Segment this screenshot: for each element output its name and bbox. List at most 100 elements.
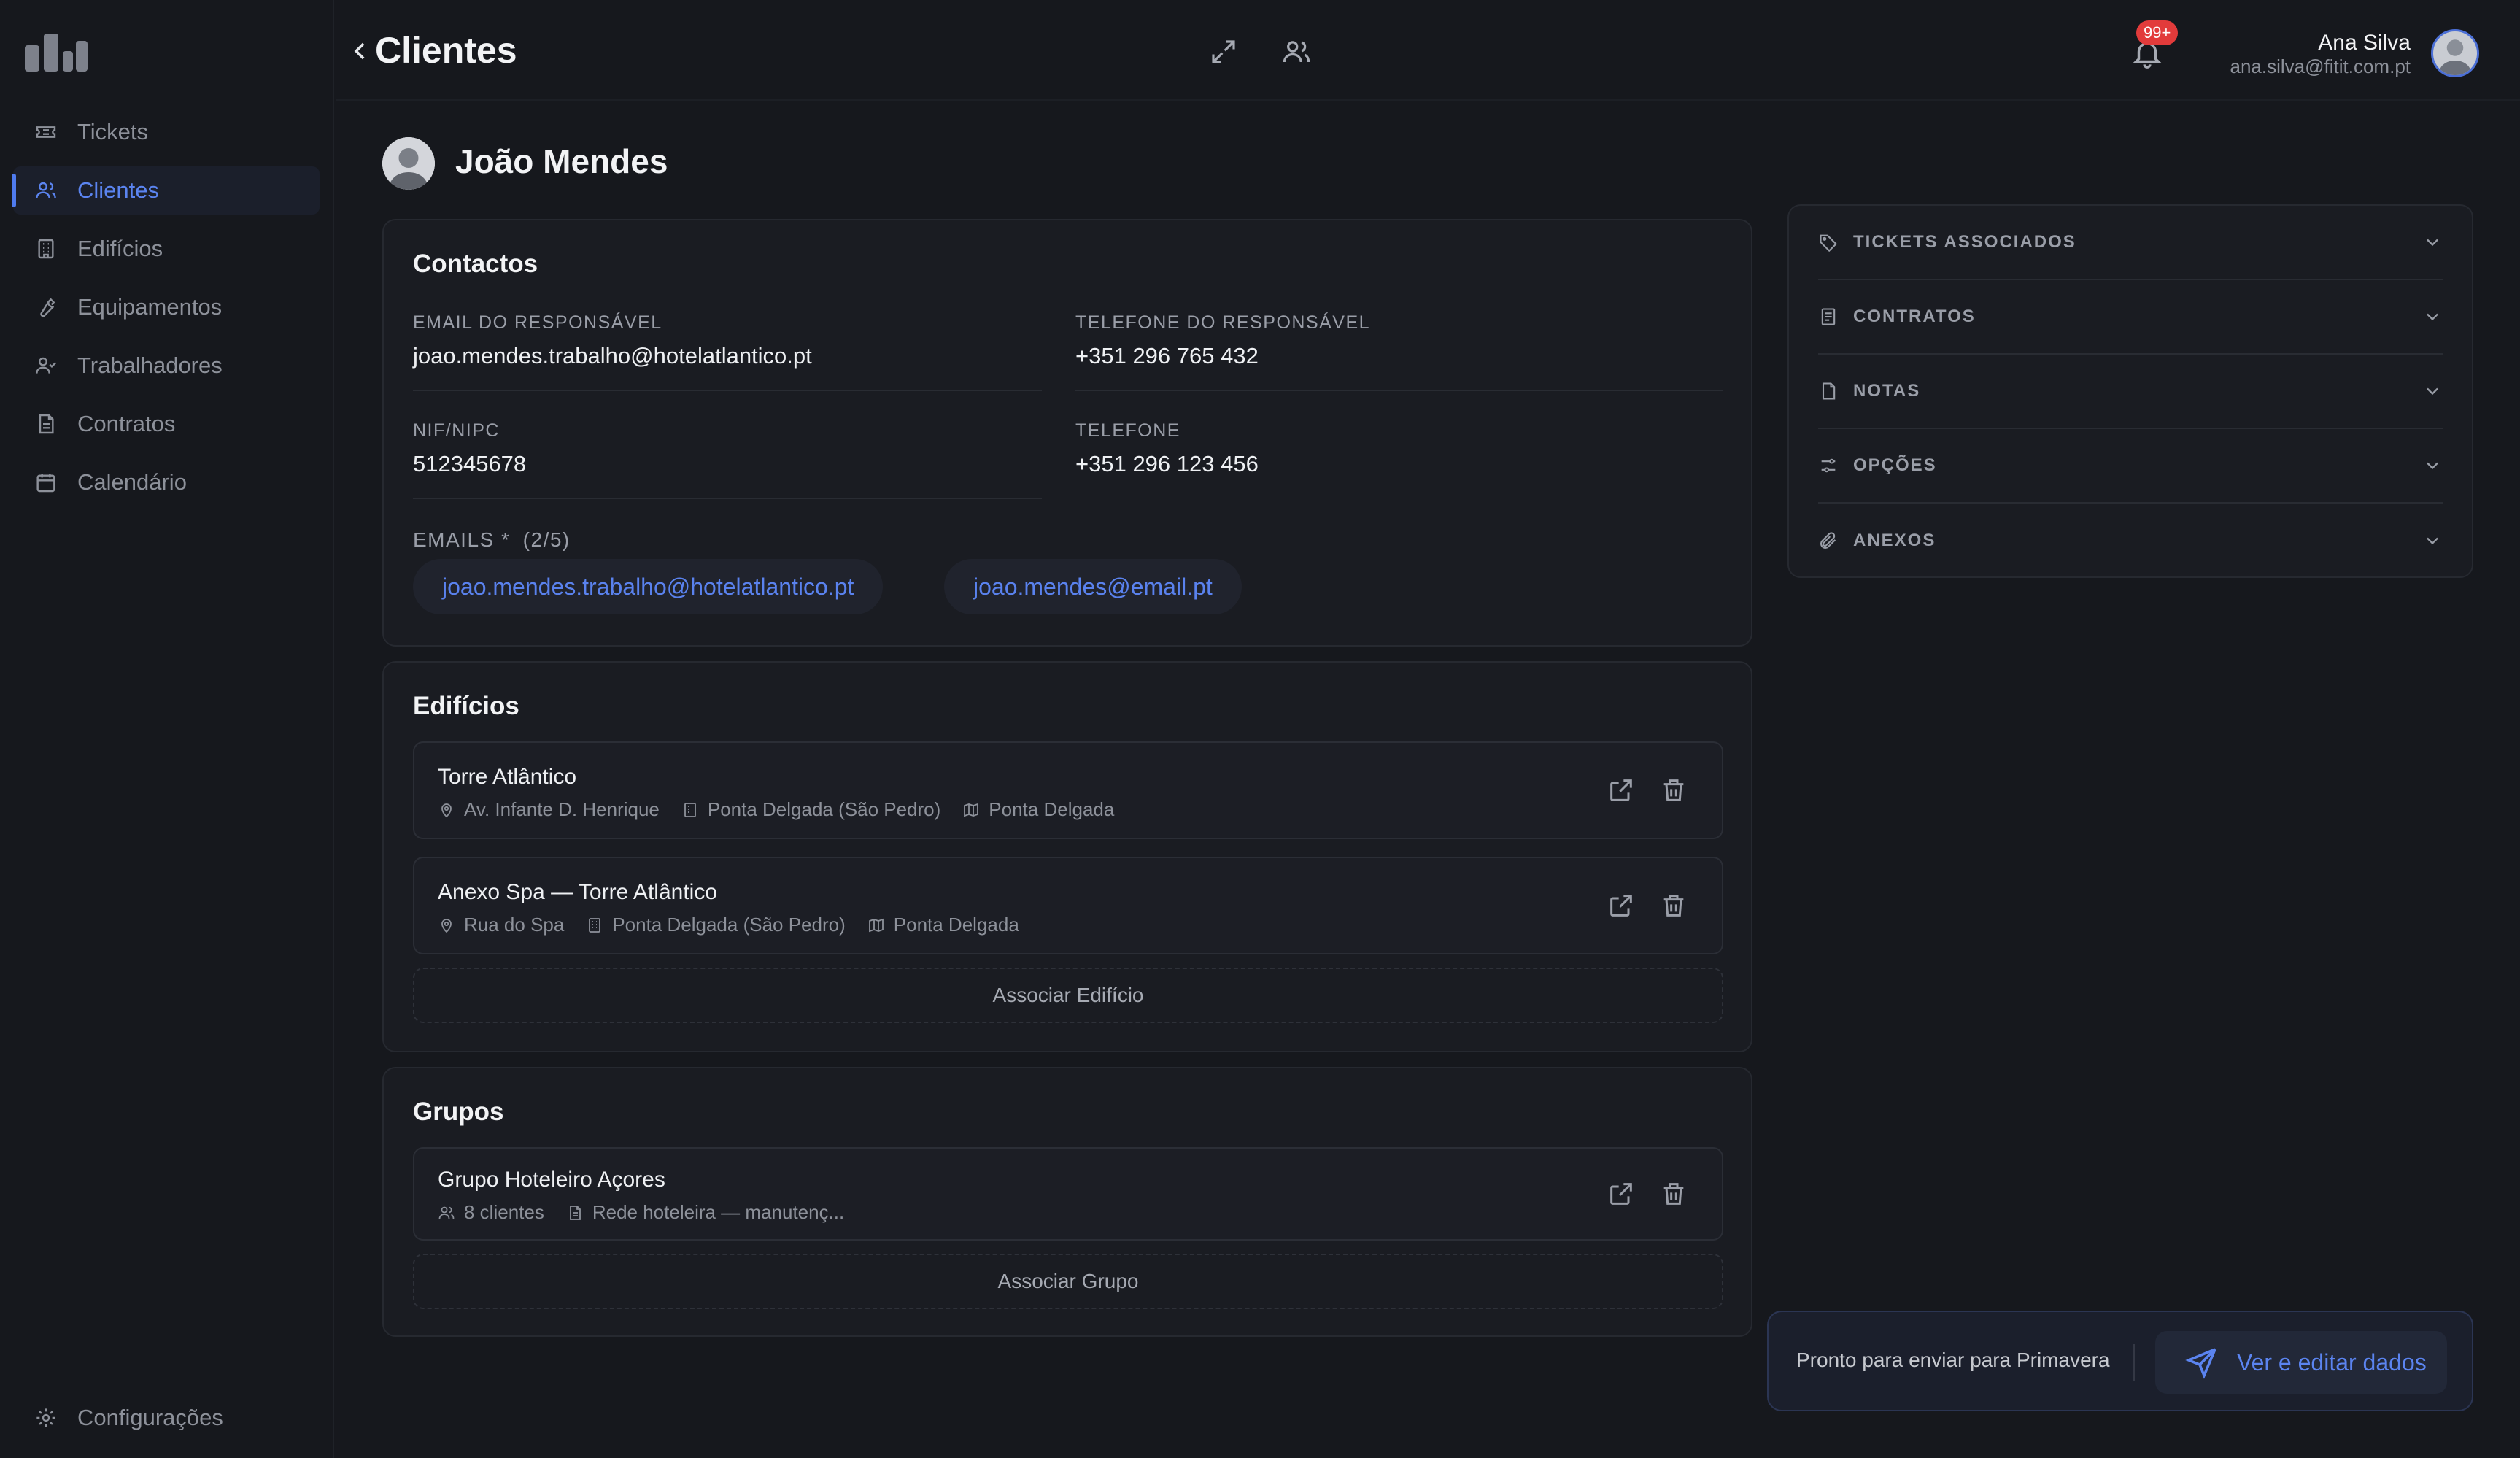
building-city: Ponta Delgada bbox=[989, 798, 1115, 820]
sidebar-item-label: Clientes bbox=[77, 177, 159, 203]
document-icon bbox=[34, 412, 58, 436]
sidebar-item-label: Calendário bbox=[77, 469, 187, 495]
user-email: ana.silva@fitit.com.pt bbox=[2230, 55, 2411, 77]
top-header: Clientes 99+ Ana Silva ana.silva@fitit.c… bbox=[336, 0, 2520, 101]
user-check-icon bbox=[34, 353, 58, 378]
field-label: TELEFONE bbox=[1075, 420, 1180, 441]
field-divider bbox=[413, 498, 1042, 499]
edificios-card: Edifícios Torre Atlântico Av. Infante D.… bbox=[382, 661, 1752, 1052]
tag-icon bbox=[1818, 231, 1840, 253]
contract-icon bbox=[1818, 306, 1840, 328]
field-divider bbox=[413, 390, 1042, 391]
field-label: NIF/NIPC bbox=[413, 420, 500, 441]
map-icon bbox=[867, 916, 886, 935]
email-responsavel-value[interactable]: joao.mendes.trabalho@hotelatlantico.pt bbox=[413, 343, 812, 369]
app-logo[interactable] bbox=[25, 34, 88, 72]
expand-icon[interactable] bbox=[1208, 36, 1239, 67]
chevron-down-icon bbox=[2422, 531, 2443, 551]
accordion-contratos[interactable]: CONTRATOS bbox=[1818, 280, 2443, 355]
accordion-label: CONTRATOS bbox=[1853, 306, 1976, 326]
wrench-icon bbox=[34, 295, 58, 320]
sidebar-item-label: Configurações bbox=[77, 1405, 223, 1430]
sidebar-item-edificios[interactable]: Edifícios bbox=[13, 225, 320, 273]
chevron-down-icon bbox=[2422, 232, 2443, 252]
trash-icon[interactable] bbox=[1659, 776, 1688, 805]
sliders-icon bbox=[1818, 455, 1840, 477]
trash-icon[interactable] bbox=[1659, 891, 1688, 920]
group-meta: 8 clientes Rede hoteleira — manutenç... bbox=[438, 1201, 866, 1224]
accordion-label: TICKETS ASSOCIADOS bbox=[1853, 232, 2076, 252]
sidebar-item-equipamentos[interactable]: Equipamentos bbox=[13, 283, 320, 331]
trash-icon[interactable] bbox=[1659, 1179, 1688, 1208]
user-name: Ana Silva bbox=[2318, 31, 2411, 55]
sidebar-item-label: Edifícios bbox=[77, 236, 163, 261]
accordion-tickets-associados[interactable]: TICKETS ASSOCIADOS bbox=[1818, 206, 2443, 280]
telefone-value[interactable]: +351 296 123 456 bbox=[1075, 451, 1259, 477]
building-parish: Ponta Delgada (São Pedro) bbox=[707, 798, 941, 820]
email-chip[interactable]: joao.mendes.trabalho@hotelatlantico.pt bbox=[413, 559, 884, 614]
building-icon bbox=[34, 236, 58, 261]
sidebar-item-trabalhadores[interactable]: Trabalhadores bbox=[13, 342, 320, 390]
associate-building-button[interactable]: Associar Edifício bbox=[413, 968, 1723, 1023]
accordion-label: ANEXOS bbox=[1853, 531, 1936, 550]
notification-badge: 99+ bbox=[2136, 20, 2179, 45]
sidebar-item-label: Contratos bbox=[77, 411, 176, 436]
page-title: Clientes bbox=[375, 30, 517, 71]
sidebar-item-label: Trabalhadores bbox=[77, 352, 223, 378]
sidebar-item-calendario[interactable]: Calendário bbox=[13, 458, 320, 506]
map-pin-icon bbox=[438, 801, 457, 819]
map-pin-icon bbox=[438, 916, 457, 935]
sync-status-text: Pronto para enviar para Primavera bbox=[1796, 1349, 2110, 1371]
building-meta: Rua do Spa Ponta Delgada (São Pedro) Pon… bbox=[438, 914, 1041, 936]
nif-value[interactable]: 512345678 bbox=[413, 451, 526, 477]
building-icon bbox=[586, 916, 605, 935]
sidebar: Tickets Clientes Edifícios Equipamentos … bbox=[0, 0, 334, 1458]
chevron-down-icon bbox=[2422, 306, 2443, 327]
view-edit-data-button[interactable]: Ver e editar dados bbox=[2155, 1331, 2447, 1394]
building-city: Ponta Delgada bbox=[893, 914, 1019, 936]
contactos-card: Contactos EMAIL DO RESPONSÁVEL joao.mend… bbox=[382, 219, 1752, 647]
users-toggle-icon[interactable] bbox=[1281, 36, 1312, 67]
group-row[interactable]: Grupo Hoteleiro Açores 8 clientes Rede h… bbox=[413, 1147, 1723, 1241]
sidebar-bottom: Configurações bbox=[13, 1394, 320, 1452]
building-address: Rua do Spa bbox=[464, 914, 565, 936]
telefone-responsavel-value[interactable]: +351 296 765 432 bbox=[1075, 343, 1259, 369]
building-name: Anexo Spa — Torre Atlântico bbox=[438, 880, 717, 904]
sidebar-item-tickets[interactable]: Tickets bbox=[13, 108, 320, 156]
calendar-icon bbox=[34, 470, 58, 495]
building-icon bbox=[681, 801, 700, 819]
building-name: Torre Atlântico bbox=[438, 765, 577, 789]
section-title: Contactos bbox=[413, 250, 538, 278]
send-icon bbox=[2184, 1345, 2219, 1380]
sidebar-item-configuracoes[interactable]: Configurações bbox=[13, 1394, 320, 1442]
emails-count: (2/5) bbox=[522, 528, 571, 551]
sidebar-item-clientes[interactable]: Clientes bbox=[12, 166, 320, 215]
sync-action-bar: Pronto para enviar para Primavera Ver e … bbox=[1767, 1311, 2473, 1411]
group-clients-count: 8 clientes bbox=[464, 1201, 544, 1223]
accordion-notas[interactable]: NOTAS bbox=[1818, 355, 2443, 429]
accordion-anexos[interactable]: ANEXOS bbox=[1818, 504, 2443, 578]
group-description: Rede hoteleira — manutenç... bbox=[592, 1201, 845, 1223]
gear-icon bbox=[34, 1405, 58, 1430]
accordion-label: OPÇÕES bbox=[1853, 455, 1937, 475]
users-icon bbox=[34, 178, 58, 203]
chevron-down-icon bbox=[2422, 455, 2443, 476]
chevron-down-icon bbox=[2422, 381, 2443, 401]
sidebar-item-contratos[interactable]: Contratos bbox=[13, 400, 320, 448]
client-name: João Mendes bbox=[455, 142, 668, 180]
map-icon bbox=[962, 801, 981, 819]
external-link-icon[interactable] bbox=[1607, 891, 1636, 920]
external-link-icon[interactable] bbox=[1607, 776, 1636, 805]
accordion-label: NOTAS bbox=[1853, 381, 1921, 401]
associate-group-button[interactable]: Associar Grupo bbox=[413, 1254, 1723, 1309]
paperclip-icon bbox=[1818, 530, 1840, 552]
building-row[interactable]: Anexo Spa — Torre Atlântico Rua do Spa P… bbox=[413, 857, 1723, 954]
building-meta: Av. Infante D. Henrique Ponta Delgada (S… bbox=[438, 798, 1136, 821]
external-link-icon[interactable] bbox=[1607, 1179, 1636, 1208]
user-avatar[interactable] bbox=[2431, 29, 2479, 77]
group-name: Grupo Hoteleiro Açores bbox=[438, 1168, 665, 1192]
email-chip[interactable]: joao.mendes@email.pt bbox=[944, 559, 1242, 614]
accordion-opcoes[interactable]: OPÇÕES bbox=[1818, 429, 2443, 504]
back-chevron-icon[interactable] bbox=[346, 36, 375, 66]
building-row[interactable]: Torre Atlântico Av. Infante D. Henrique … bbox=[413, 741, 1723, 839]
